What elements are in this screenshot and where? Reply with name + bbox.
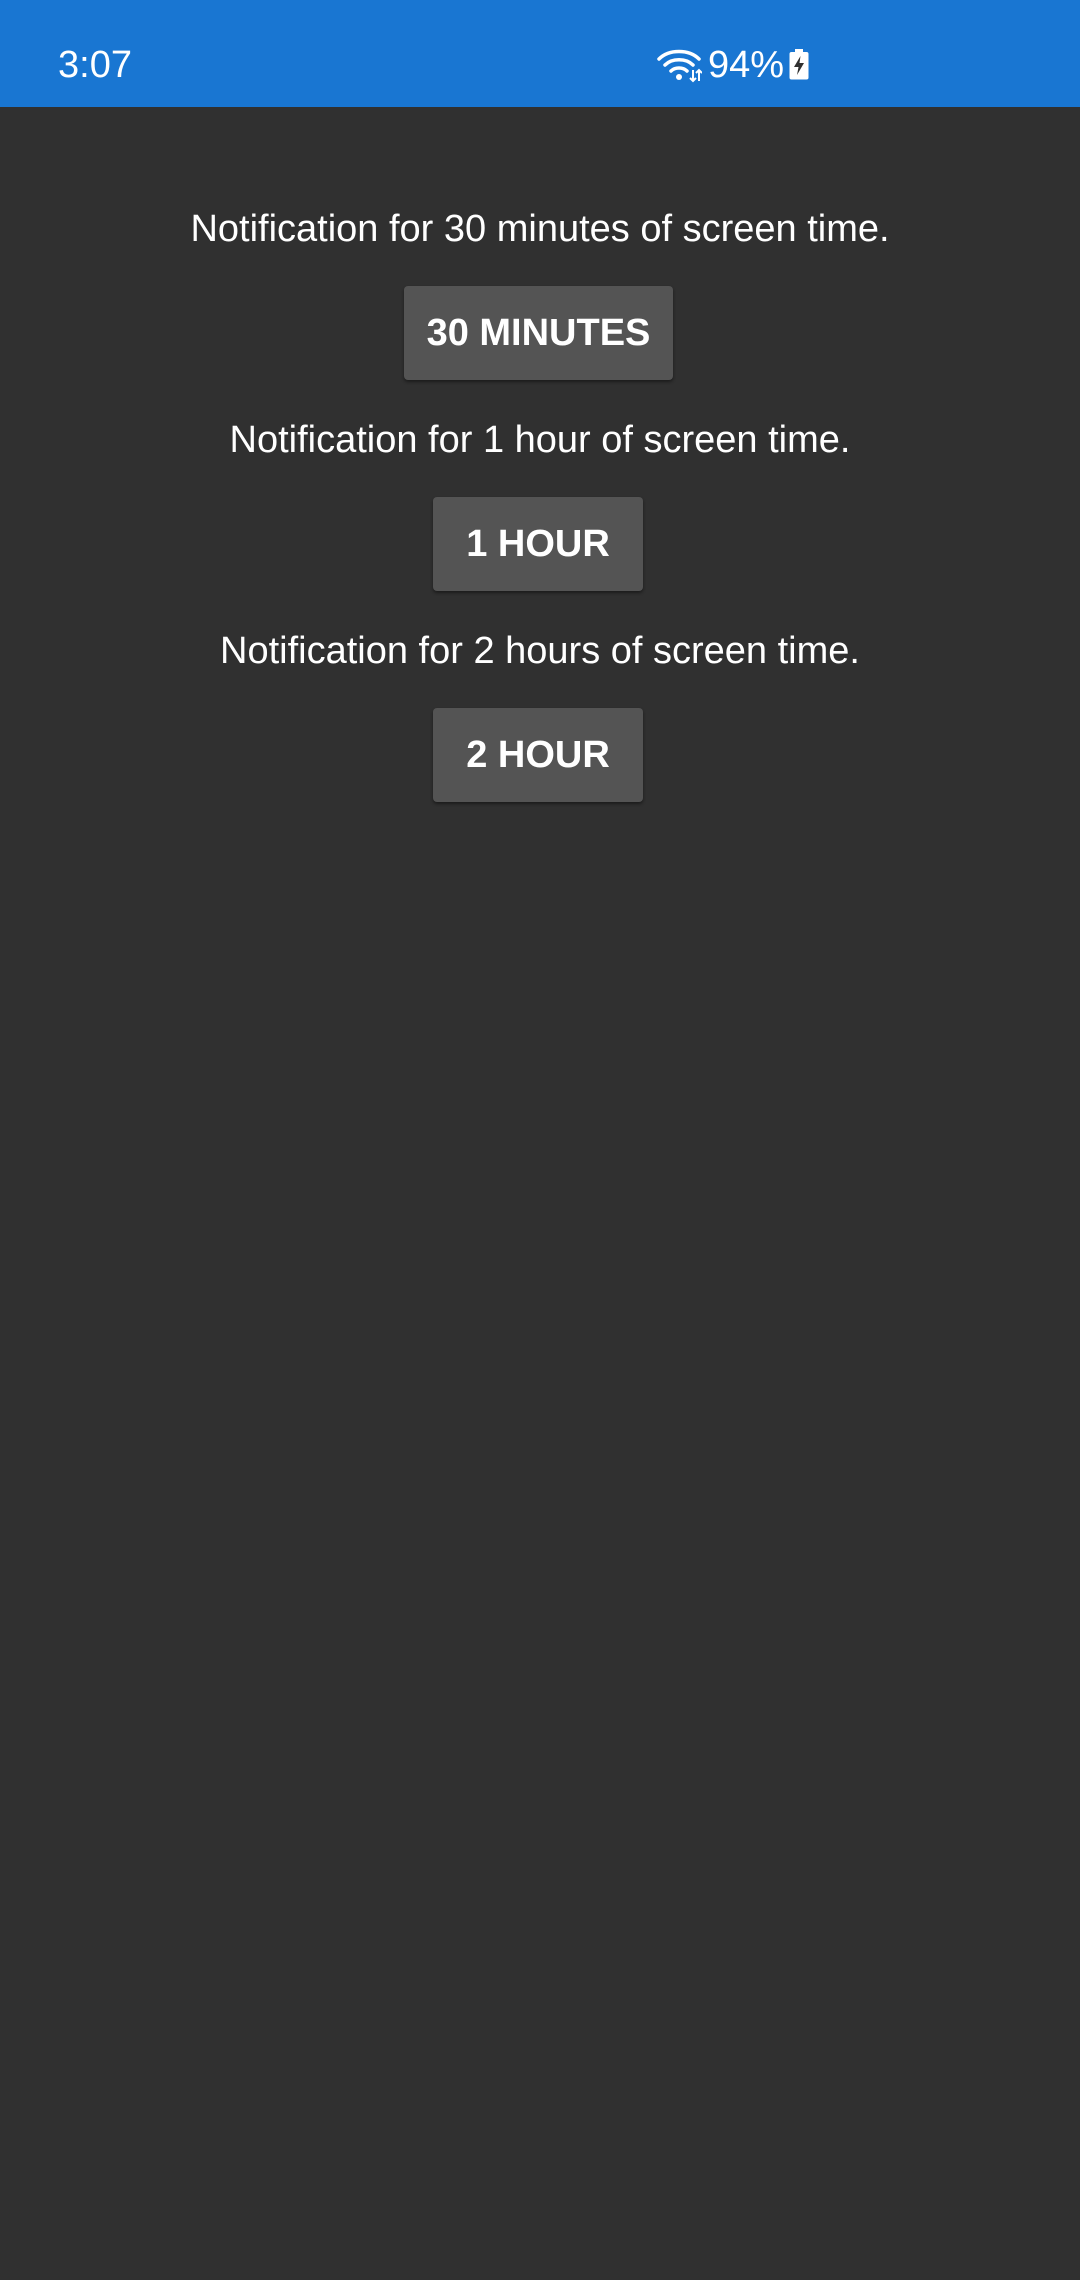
- notification-2-hours-description: Notification for 2 hours of screen time.: [220, 630, 860, 672]
- 30-minutes-button[interactable]: 30 MINUTES: [404, 286, 673, 380]
- battery-charging-icon: [789, 49, 809, 80]
- status-bar: 3:07 94%: [0, 0, 1080, 107]
- 2-hour-button[interactable]: 2 HOUR: [433, 708, 643, 802]
- battery-percentage: 94%: [708, 44, 785, 86]
- notification-30-minutes-description: Notification for 30 minutes of screen ti…: [190, 208, 890, 250]
- 1-hour-button[interactable]: 1 HOUR: [433, 497, 643, 591]
- notification-1-hour-description: Notification for 1 hour of screen time.: [229, 419, 851, 461]
- status-time: 3:07: [58, 44, 132, 86]
- status-indicators: 94%: [656, 40, 810, 90]
- wifi-icon: [657, 49, 702, 83]
